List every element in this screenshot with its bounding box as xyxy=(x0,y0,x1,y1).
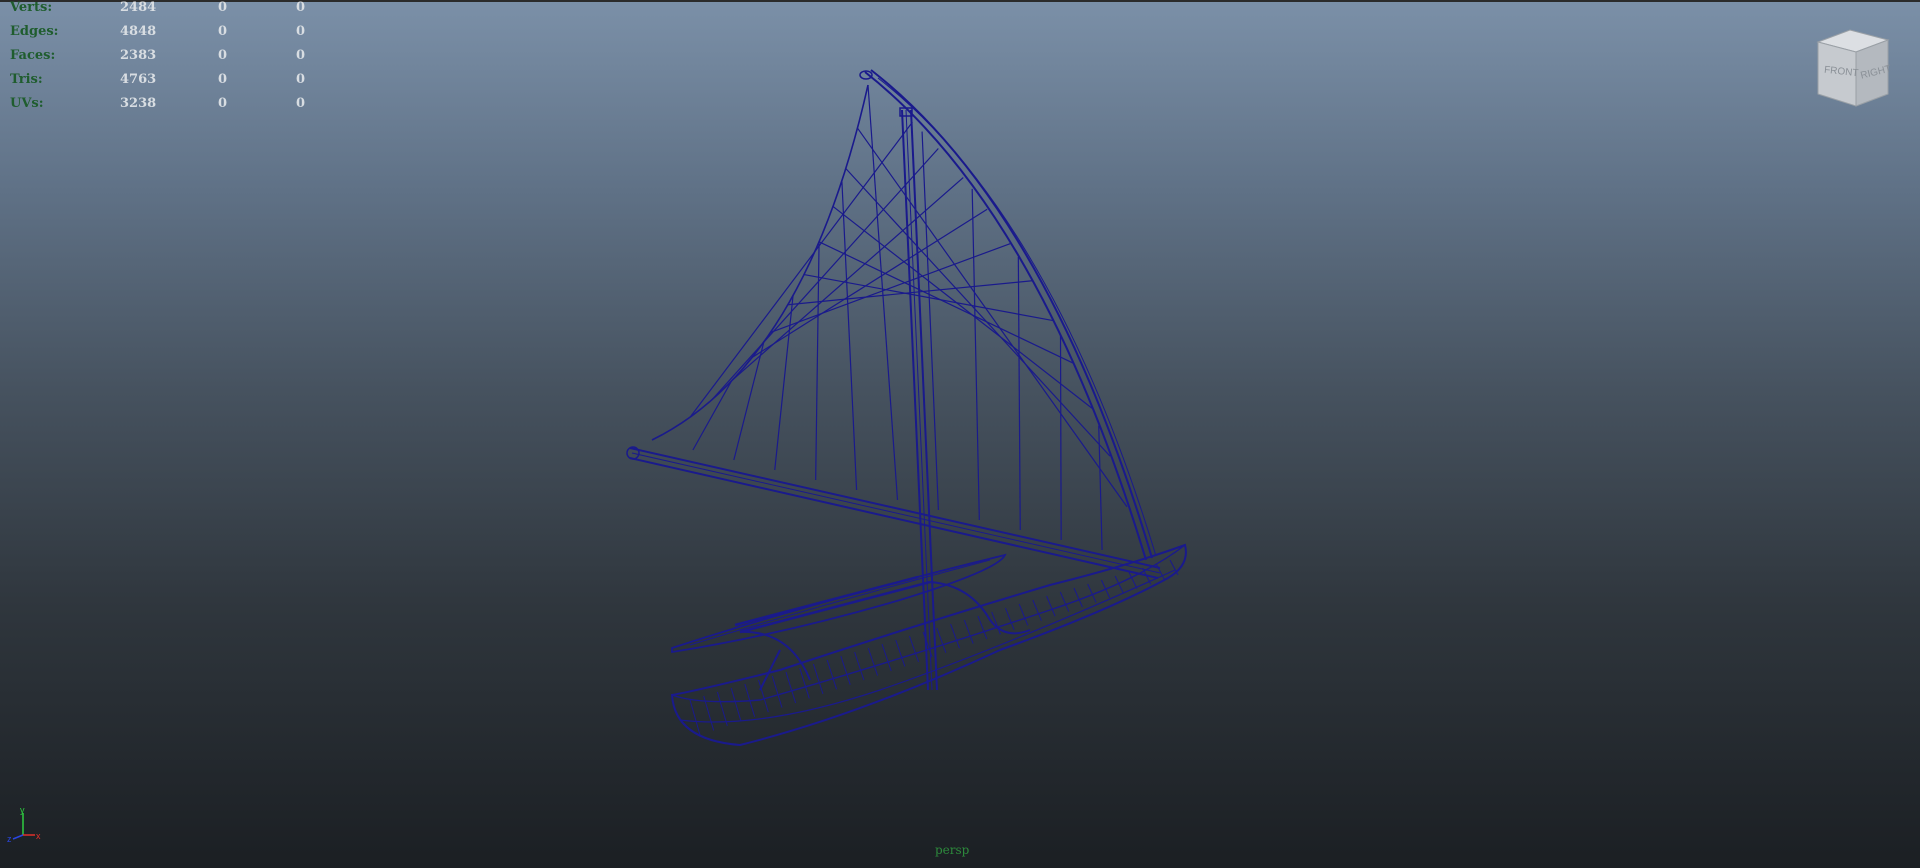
camera-name-label: persp xyxy=(935,843,970,857)
viewport-3d[interactable]: Verts: 2484 0 0 Edges: 4848 0 0 Faces: 2… xyxy=(0,0,1920,868)
sail-mesh xyxy=(651,84,1128,551)
axis-gizmo: y x z xyxy=(7,805,41,844)
y-axis-label: y xyxy=(20,805,25,815)
z-axis-label: z xyxy=(7,834,12,844)
sailboat-wireframe-model[interactable] xyxy=(0,0,1920,868)
boat-structure xyxy=(626,69,1187,747)
view-cube[interactable]: FRONT RIGHT xyxy=(1810,28,1894,112)
x-axis-label: x xyxy=(36,831,41,841)
z-axis-line xyxy=(12,834,24,840)
